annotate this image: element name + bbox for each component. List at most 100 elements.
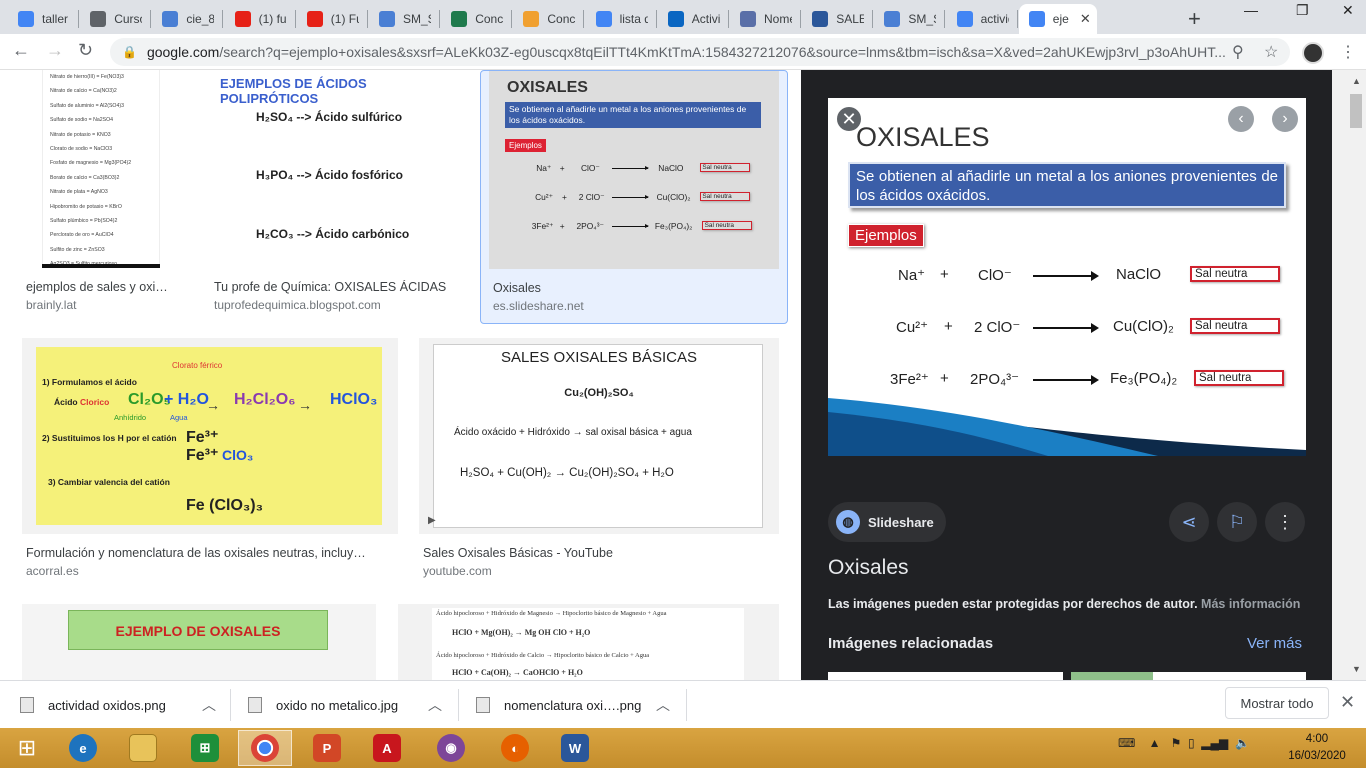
previous-image-button[interactable]: ‹ [1228, 106, 1254, 132]
close-preview-button[interactable]: ✕ [836, 106, 862, 132]
taskbar-ie[interactable]: e [56, 730, 110, 766]
scrollbar-thumb[interactable] [1350, 94, 1362, 128]
browser-tab[interactable]: Nomer [730, 4, 792, 34]
browser-tab[interactable]: cie_8_b [152, 4, 214, 34]
tab-active[interactable]: eje ✕ [1018, 4, 1097, 34]
next-image-button[interactable]: › [1272, 106, 1298, 132]
tray-expand-icon[interactable]: ▲ [1149, 736, 1161, 750]
download-item[interactable]: oxido no metalico.jpg ︿ [248, 681, 442, 729]
result-thumbnail[interactable]: SALES OXISALES BÁSICAS Cu₂(OH)₂SO₄ Ácido… [419, 338, 779, 534]
taskbar-acrobat[interactable]: A [360, 730, 414, 766]
result-thumbnail[interactable]: EJEMPLO DE OXISALES [22, 604, 376, 680]
browser-tab[interactable]: (1) Fun [297, 4, 359, 34]
browser-tab[interactable]: SM_S_C [369, 4, 431, 34]
result-source[interactable]: es.slideshare.net [493, 299, 584, 313]
result-source[interactable]: acorral.es [26, 564, 79, 578]
browser-tab[interactable]: (1) func [225, 4, 287, 34]
result-thumbnail[interactable]: Clorato férrico 1) Formulamos el ácido Á… [22, 338, 398, 534]
result-card[interactable]: EJEMPLOS DE ÁCIDOS POLIPRÓTICOS H₂SO₄ --… [210, 70, 466, 320]
browser-tab[interactable]: Activid [658, 4, 720, 34]
download-item[interactable]: nomenclatura oxi….png ︿ [476, 681, 670, 729]
browser-tab[interactable]: activid [947, 4, 1009, 34]
download-item[interactable]: actividad oxidos.png ︿ [20, 681, 216, 729]
show-all-downloads-button[interactable]: Mostrar todo [1225, 687, 1329, 719]
tab-label: taller d [42, 12, 70, 26]
more-info-link[interactable]: Más información [1201, 597, 1300, 611]
result-card[interactable]: SALES OXISALES BÁSICAS Cu₂(OH)₂SO₄ Ácido… [419, 338, 779, 582]
reaction-arrow [1033, 323, 1099, 333]
result-source[interactable]: brainly.lat [26, 298, 76, 312]
back-icon[interactable]: ← [12, 40, 30, 61]
system-tray[interactable]: ⌨ ▲ ⚑ ▯ ▂▄▆ 🔈 [1118, 736, 1250, 750]
chevron-up-icon[interactable]: ︿ [202, 695, 216, 715]
browser-tab[interactable]: lista de [586, 4, 648, 34]
more-options-button[interactable]: ⋮ [1265, 502, 1305, 542]
bookmark-star-icon[interactable]: ☆ [1264, 42, 1278, 62]
save-button[interactable]: ⚐ [1217, 502, 1257, 542]
taskbar-firefox[interactable]: ◐ [488, 730, 542, 766]
volume-icon[interactable]: 🔈 [1235, 736, 1250, 750]
close-window-button[interactable]: ✕ [1342, 2, 1354, 19]
result-thumbnail[interactable]: OXISALES Se obtienen al añadirle un meta… [489, 71, 779, 269]
taskbar-powerpoint[interactable]: P [300, 730, 354, 766]
result-title[interactable]: Formulación y nomenclatura de las oxisal… [26, 546, 394, 560]
scroll-down-icon[interactable]: ▼ [1352, 664, 1361, 674]
see-more-link[interactable]: Ver más [1247, 635, 1302, 652]
taskbar-tor[interactable]: ◉ [424, 730, 478, 766]
maximize-button[interactable]: ❐ [1296, 2, 1309, 19]
forward-icon[interactable]: → [46, 40, 64, 61]
chevron-up-icon[interactable]: ︿ [428, 695, 442, 715]
minimize-button[interactable]: — [1244, 2, 1258, 18]
result-title[interactable]: Oxisales [493, 281, 773, 295]
address-bar[interactable]: 🔒 google.com/search?q=ejemplo+oxisales&s… [110, 38, 1290, 66]
preview-image[interactable]: OXISALES Se obtienen al añadirle un meta… [828, 98, 1306, 456]
result-card[interactable]: Ácido hipocloroso + Hidróxido de Magnesi… [398, 604, 779, 680]
new-tab-button[interactable]: + [1188, 6, 1201, 32]
browser-tab[interactable]: Cursol [80, 4, 142, 34]
result-thumbnail[interactable]: Nitrato de hierro(III) = Fe(NO3)3 Nitrato… [22, 70, 188, 270]
taskbar-chrome[interactable] [238, 730, 292, 766]
taskbar-explorer[interactable] [116, 730, 170, 766]
source-link[interactable]: ◍ Slideshare [828, 502, 946, 542]
result-thumbnail[interactable]: EJEMPLOS DE ÁCIDOS POLIPRÓTICOS H₂SO₄ --… [210, 70, 466, 268]
result-source[interactable]: youtube.com [423, 564, 492, 578]
related-thumbnail[interactable] [828, 672, 1063, 680]
share-button[interactable]: ⋖ [1169, 502, 1209, 542]
reload-icon[interactable]: ↻ [78, 40, 93, 61]
zoom-icon[interactable]: ⚲ [1232, 42, 1244, 62]
result-card[interactable]: EJEMPLO DE OXISALES [22, 604, 376, 680]
browser-menu-icon[interactable]: ⋮ [1340, 42, 1356, 62]
related-thumbnail[interactable] [1071, 672, 1153, 680]
browser-tab[interactable]: taller d [8, 4, 70, 34]
result-card[interactable]: Nitrato de hierro(III) = Fe(NO3)3 Nitrato… [22, 70, 188, 320]
close-tab-icon[interactable]: ✕ [1080, 11, 1091, 27]
result-title[interactable]: Tu profe de Química: OXISALES ÁCIDAS [214, 280, 464, 294]
result-card-selected[interactable]: OXISALES Se obtienen al añadirle un meta… [480, 70, 788, 324]
taskbar-clock[interactable]: 4:00 16/03/2020 [1282, 731, 1352, 765]
result-thumbnail[interactable]: Ácido hipocloroso + Hidróxido de Magnesi… [398, 604, 779, 680]
result-card[interactable]: Clorato férrico 1) Formulamos el ácido Á… [22, 338, 398, 582]
page-scrollbar[interactable]: ▲ ▼ [1332, 70, 1366, 680]
taskbar-word[interactable]: W [548, 730, 602, 766]
flag-icon[interactable]: ⚑ [1171, 736, 1182, 750]
signal-icon[interactable]: ▂▄▆ [1201, 736, 1228, 750]
close-download-shelf-icon[interactable]: ✕ [1340, 692, 1355, 713]
browser-tab[interactable]: Concep [441, 4, 503, 34]
result-source[interactable]: tuprofedequimica.blogspot.com [214, 298, 381, 312]
result-title[interactable]: ejemplos de sales y oxi… [26, 280, 186, 294]
scroll-up-icon[interactable]: ▲ [1352, 76, 1361, 86]
preview-title[interactable]: Oxisales [828, 556, 909, 580]
chevron-up-icon[interactable]: ︿ [656, 695, 670, 715]
avatar[interactable] [1302, 42, 1324, 64]
related-thumbnail[interactable] [1153, 672, 1306, 680]
browser-tab[interactable]: SM_S_C [874, 4, 936, 34]
play-icon[interactable]: ▶ [428, 515, 436, 526]
browser-tab[interactable]: SALES: [802, 4, 864, 34]
taskbar-store[interactable]: ⊞ [178, 730, 232, 766]
result-title[interactable]: Sales Oxisales Básicas - YouTube [423, 546, 775, 560]
keyboard-icon[interactable]: ⌨ [1118, 736, 1135, 750]
start-button[interactable]: ⊞ [0, 730, 54, 766]
browser-tab[interactable]: Concep [513, 4, 575, 34]
tab-label: cie_8_b [186, 12, 215, 26]
battery-icon[interactable]: ▯ [1188, 736, 1195, 750]
